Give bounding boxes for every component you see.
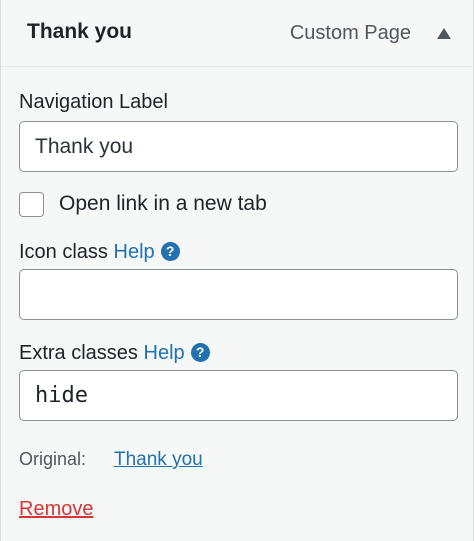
menu-item-settings-panel: Thank you Custom Page Navigation Label O… xyxy=(0,0,474,541)
question-circle-icon[interactable]: ? xyxy=(160,242,180,261)
menu-item-title: Thank you xyxy=(27,20,133,43)
original-label: Original: xyxy=(19,449,87,469)
icon-class-input[interactable] xyxy=(19,269,458,320)
menu-item-header[interactable]: Thank you Custom Page xyxy=(1,0,473,67)
open-in-new-tab-checkbox[interactable] xyxy=(19,192,44,217)
triangle-up-icon xyxy=(437,27,451,39)
remove-menu-item-link[interactable]: Remove xyxy=(19,498,93,521)
icon-class-label-group: Icon class Help? xyxy=(19,241,180,264)
extra-classes-input[interactable] xyxy=(19,370,458,421)
extra-classes-label-group: Extra classes Help? xyxy=(19,342,210,365)
icon-class-help-link[interactable]: Help xyxy=(114,241,155,263)
collapse-toggle-button[interactable] xyxy=(433,24,455,42)
navigation-label-input[interactable] xyxy=(19,121,458,172)
open-in-new-tab-label: Open link in a new tab xyxy=(59,192,267,215)
question-circle-icon[interactable]: ? xyxy=(190,343,210,362)
navigation-label-label: Navigation Label xyxy=(19,91,168,113)
original-page-link[interactable]: Thank you xyxy=(114,449,203,471)
extra-classes-help-link[interactable]: Help xyxy=(144,342,185,364)
extra-classes-label: Extra classes xyxy=(19,342,138,364)
icon-class-label: Icon class xyxy=(19,241,108,263)
menu-item-type: Custom Page xyxy=(289,22,411,44)
